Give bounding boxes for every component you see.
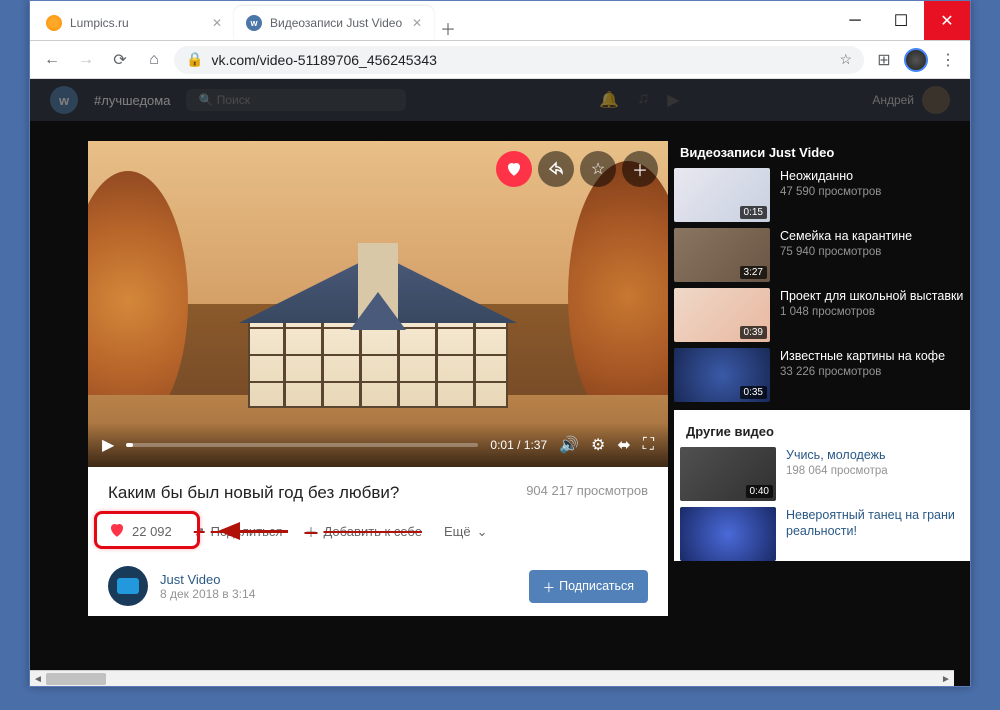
home-button[interactable]: ⌂ bbox=[140, 46, 168, 74]
favicon-lumpics bbox=[46, 15, 62, 31]
back-button[interactable]: ← bbox=[38, 46, 66, 74]
horizontal-scrollbar[interactable]: ◄ ► bbox=[30, 670, 954, 686]
url-field[interactable]: 🔒 vk.com/video-51189706_456245343 ☆ bbox=[174, 46, 864, 74]
wide-button[interactable]: ⬌ bbox=[617, 435, 630, 455]
other-item[interactable]: Невероятный танец на грани реальности! bbox=[680, 507, 968, 561]
like-overlay-button[interactable] bbox=[496, 151, 532, 187]
like-count: 22 092 bbox=[132, 524, 172, 539]
extension-icon[interactable]: ⊞ bbox=[870, 46, 898, 74]
publish-date: 8 дек 2018 в 3:14 bbox=[160, 587, 255, 601]
video-icon[interactable]: ▶ bbox=[667, 90, 679, 110]
url-text: vk.com/video-51189706_456245343 bbox=[211, 52, 831, 68]
page-content: w #лучшедома 🔍 Поиск 🔔 ♫ ▶ Андрей bbox=[30, 79, 970, 686]
vk-hashtag[interactable]: #лучшедома bbox=[94, 93, 170, 108]
like-button[interactable]: 22 092 bbox=[108, 521, 172, 542]
video-scene bbox=[88, 141, 668, 467]
browser-window: Lumpics.ru ✕ w Видеозаписи Just Video ✕ … bbox=[29, 0, 971, 687]
tab-strip: Lumpics.ru ✕ w Видеозаписи Just Video ✕ … bbox=[30, 1, 832, 40]
window-controls: ─ ☐ ✕ bbox=[832, 1, 970, 40]
address-bar: ← → ⟳ ⌂ 🔒 vk.com/video-51189706_45624534… bbox=[30, 41, 970, 79]
favicon-vk: w bbox=[246, 15, 262, 31]
titlebar: Lumpics.ru ✕ w Видеозаписи Just Video ✕ … bbox=[30, 1, 970, 41]
thumb bbox=[680, 507, 776, 561]
vk-avatar bbox=[922, 86, 950, 114]
video-actions: 22 092 ↗ Поделиться ＋ Добавить к себе Ещ… bbox=[108, 521, 648, 542]
add-button[interactable]: ＋ Добавить к себе bbox=[304, 522, 422, 541]
video-controls: ▶ 0:01 / 1:37 🔊 ⚙ ⬌ ⛶ bbox=[88, 423, 668, 467]
scroll-right-arrow[interactable]: ► bbox=[938, 671, 954, 686]
tab-lumpics[interactable]: Lumpics.ru ✕ bbox=[34, 6, 234, 40]
favorite-overlay-button[interactable]: ☆ bbox=[580, 151, 616, 187]
video-meta-panel: 904 217 просмотров Каким бы был новый го… bbox=[88, 467, 668, 616]
sidebar-heading: Видеозаписи Just Video bbox=[674, 141, 970, 168]
reload-button[interactable]: ⟳ bbox=[106, 46, 134, 74]
vk-header: w #лучшедома 🔍 Поиск 🔔 ♫ ▶ Андрей bbox=[30, 79, 970, 121]
time-display: 0:01 / 1:37 bbox=[490, 438, 547, 452]
video-sidebar: Видеозаписи Just Video 0:15 Неожиданно47… bbox=[674, 141, 970, 686]
play-button[interactable]: ▶ bbox=[102, 435, 114, 455]
more-button[interactable]: Ещё ⌄ bbox=[444, 524, 488, 540]
subscribe-button[interactable]: ＋ Подписаться bbox=[529, 570, 648, 603]
thumb: 0:39 bbox=[674, 288, 770, 342]
author-avatar[interactable] bbox=[108, 566, 148, 606]
other-heading: Другие видео bbox=[680, 420, 968, 447]
vk-user-menu[interactable]: Андрей bbox=[872, 86, 950, 114]
maximize-button[interactable]: ☐ bbox=[878, 1, 924, 40]
close-tab-icon[interactable]: ✕ bbox=[212, 16, 222, 30]
annotation-arrow bbox=[218, 525, 288, 539]
related-item[interactable]: 0:35 Известные картины на кофе33 226 про… bbox=[674, 348, 970, 402]
tab-title: Lumpics.ru bbox=[70, 16, 204, 30]
plus-icon: ＋ bbox=[304, 522, 317, 541]
heart-icon bbox=[108, 521, 126, 542]
bell-icon[interactable]: 🔔 bbox=[599, 90, 619, 110]
related-item[interactable]: 0:39 Проект для школьной выставки1 048 п… bbox=[674, 288, 970, 342]
minimize-button[interactable]: ─ bbox=[832, 1, 878, 40]
settings-button[interactable]: ⚙ bbox=[591, 435, 605, 455]
tab-title: Видеозаписи Just Video bbox=[270, 16, 404, 30]
video-action-overlay: ☆ ＋ bbox=[496, 151, 658, 187]
volume-button[interactable]: 🔊 bbox=[559, 435, 579, 455]
video-canvas[interactable]: ☆ ＋ ▶ 0:01 / 1:37 🔊 ⚙ ⬌ ⛶ bbox=[88, 141, 668, 467]
add-overlay-button[interactable]: ＋ bbox=[622, 151, 658, 187]
video-player: ☆ ＋ ▶ 0:01 / 1:37 🔊 ⚙ ⬌ ⛶ bbox=[88, 141, 668, 467]
share-overlay-button[interactable] bbox=[538, 151, 574, 187]
thumb: 0:40 bbox=[680, 447, 776, 501]
related-item[interactable]: 3:27 Семейка на карантине75 940 просмотр… bbox=[674, 228, 970, 282]
vk-header-icons: 🔔 ♫ ▶ bbox=[422, 90, 856, 110]
related-list: 0:15 Неожиданно47 590 просмотров 3:27 Се… bbox=[674, 168, 970, 402]
scrollbar-thumb[interactable] bbox=[46, 673, 106, 685]
related-item[interactable]: 0:15 Неожиданно47 590 просмотров bbox=[674, 168, 970, 222]
fullscreen-button[interactable]: ⛶ bbox=[643, 436, 654, 454]
thumb: 0:15 bbox=[674, 168, 770, 222]
menu-button[interactable]: ⋮ bbox=[934, 46, 962, 74]
profile-avatar[interactable] bbox=[904, 48, 928, 72]
scroll-left-arrow[interactable]: ◄ bbox=[30, 671, 46, 686]
author-name[interactable]: Just Video bbox=[160, 572, 255, 587]
close-tab-icon[interactable]: ✕ bbox=[412, 16, 422, 30]
author-row: Just Video 8 дек 2018 в 3:14 ＋ Подписать… bbox=[108, 556, 648, 606]
lock-icon: 🔒 bbox=[186, 51, 203, 68]
new-tab-button[interactable]: ＋ bbox=[434, 16, 462, 40]
vk-username: Андрей bbox=[872, 93, 914, 107]
share-icon: ↗ bbox=[194, 524, 205, 540]
thumb: 3:27 bbox=[674, 228, 770, 282]
forward-button[interactable]: → bbox=[72, 46, 100, 74]
other-videos-panel: Другие видео 0:40 Учись, молодежь198 064… bbox=[674, 410, 970, 561]
star-icon[interactable]: ☆ bbox=[839, 51, 852, 68]
vk-logo-icon[interactable]: w bbox=[50, 86, 78, 114]
chevron-down-icon: ⌄ bbox=[477, 524, 488, 540]
music-icon[interactable]: ♫ bbox=[637, 90, 649, 110]
other-item[interactable]: 0:40 Учись, молодежь198 064 просмотра bbox=[680, 447, 968, 501]
progress-bar[interactable] bbox=[126, 443, 478, 447]
vk-search-input[interactable]: 🔍 Поиск bbox=[186, 89, 406, 111]
view-count: 904 217 просмотров bbox=[526, 483, 648, 498]
tab-vk-video[interactable]: w Видеозаписи Just Video ✕ bbox=[234, 6, 434, 40]
thumb: 0:35 bbox=[674, 348, 770, 402]
close-window-button[interactable]: ✕ bbox=[924, 1, 970, 40]
